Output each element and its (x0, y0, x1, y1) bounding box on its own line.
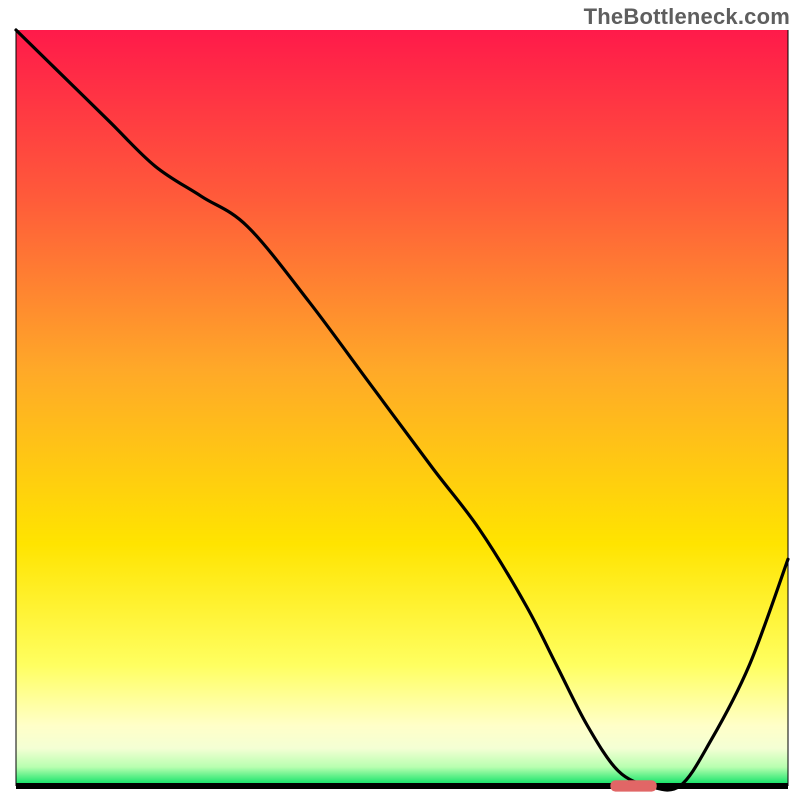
chart-svg (0, 0, 800, 800)
chart-container: { "watermark": "TheBottleneck.com", "col… (0, 0, 800, 800)
watermark-text: TheBottleneck.com (584, 4, 790, 30)
optimal-marker (610, 780, 656, 791)
